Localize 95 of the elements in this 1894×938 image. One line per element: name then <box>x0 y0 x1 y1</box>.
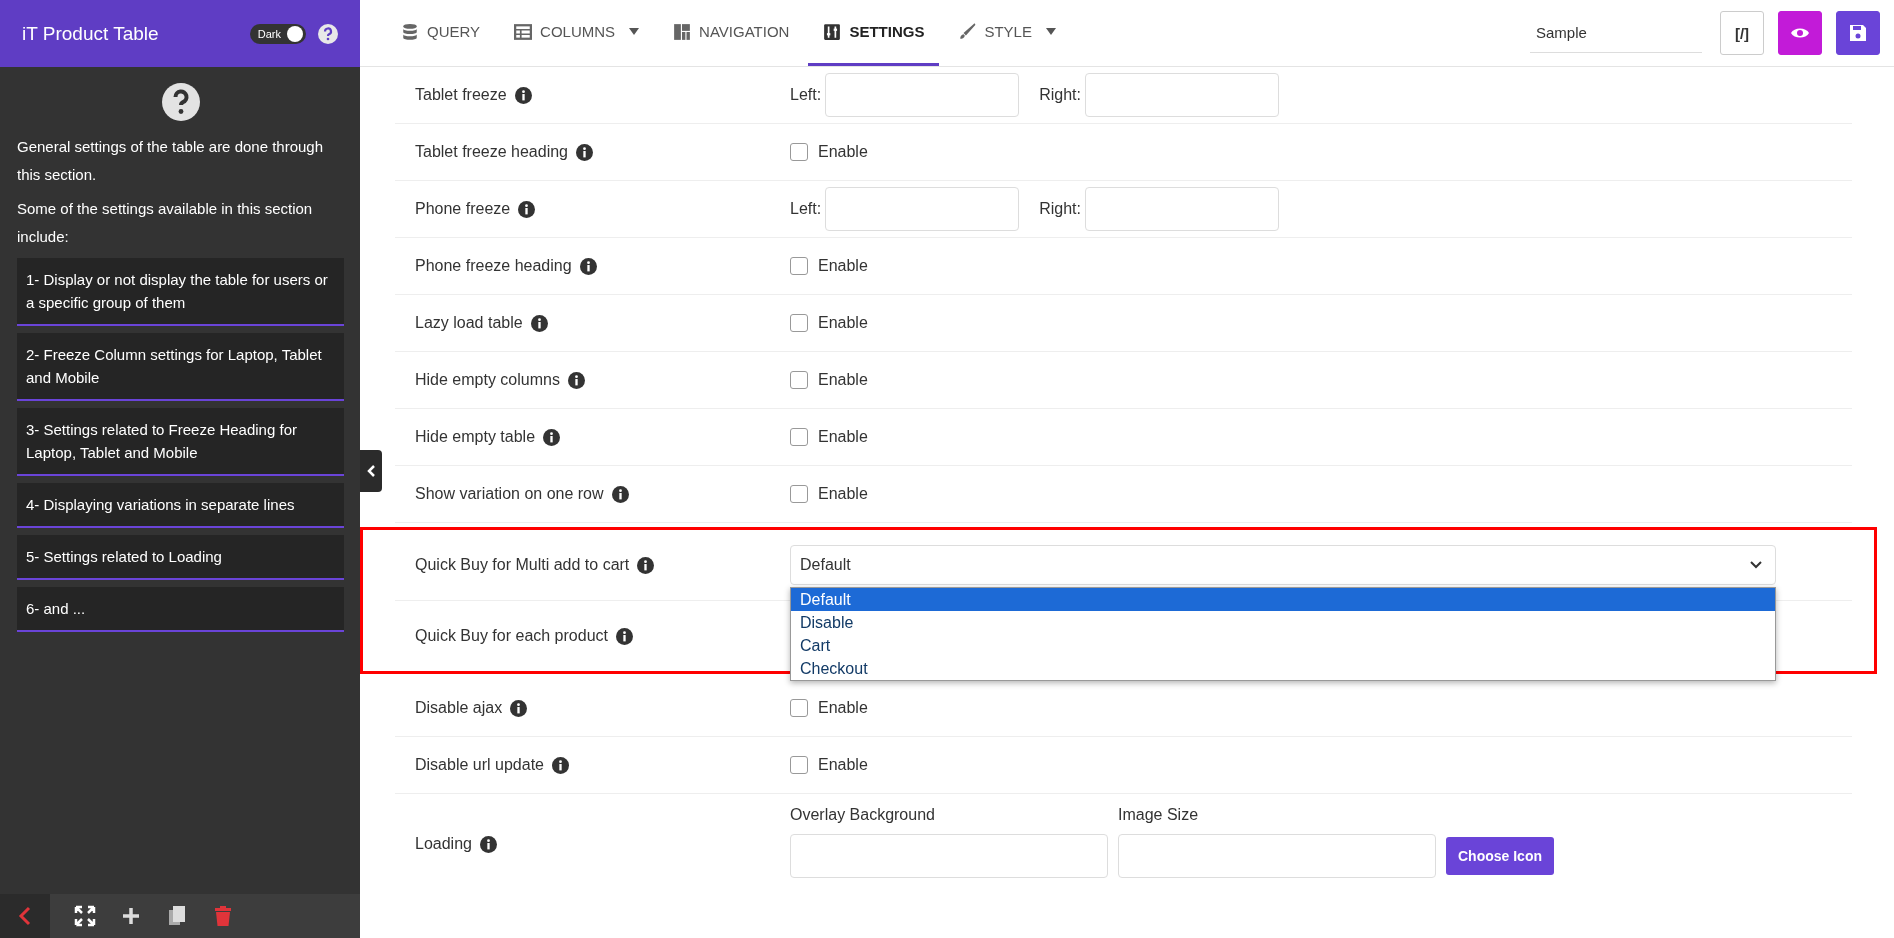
info-icon[interactable] <box>611 485 629 503</box>
checkbox-label[interactable]: Enable <box>818 485 868 503</box>
expand-icon[interactable] <box>74 905 96 927</box>
input-field[interactable] <box>1084 73 1279 117</box>
field-label: Left: <box>790 200 822 218</box>
help-list-item: 4- Displaying variations in separate lines <box>17 483 344 528</box>
info-icon[interactable] <box>567 371 585 389</box>
setting-label: Show variation on one row <box>415 485 604 503</box>
setting-label: Phone freeze <box>415 200 511 218</box>
setting-label: Loading <box>415 835 472 853</box>
info-icon[interactable] <box>579 257 597 275</box>
checkbox-label[interactable]: Enable <box>818 699 868 717</box>
checkbox[interactable] <box>790 257 808 275</box>
checkbox[interactable] <box>790 314 808 332</box>
field-label: Overlay Background <box>790 806 936 824</box>
field-label: Image Size <box>1118 806 1200 824</box>
checkbox-label[interactable]: Enable <box>818 371 868 389</box>
setting-label: Tablet freeze <box>415 86 507 104</box>
checkbox[interactable] <box>790 428 808 446</box>
field-label: Right: <box>1039 200 1081 218</box>
help-text: Some of the settings available in this section include: <box>17 199 314 247</box>
setting-label: Quick Buy for each product <box>415 627 608 645</box>
help-list-item: 6- and ... <box>17 587 344 632</box>
field-label: Right: <box>1039 86 1081 104</box>
dropdown-option[interactable]: Cart <box>791 634 1775 657</box>
nav-tab[interactable]: COLUMNS <box>499 0 655 66</box>
dropdown-option[interactable]: Default <box>791 588 1775 611</box>
setting-label: Disable ajax <box>415 699 503 717</box>
nav-tab[interactable]: SETTINGS <box>808 0 940 66</box>
checkbox[interactable] <box>790 485 808 503</box>
collapse-sidebar-button[interactable] <box>360 450 382 492</box>
help-text: General settings of the table are done through this section. <box>17 137 325 185</box>
preview-button[interactable] <box>1778 11 1822 55</box>
info-icon[interactable] <box>576 143 593 161</box>
checkbox-label[interactable]: Enable <box>818 257 868 275</box>
help-list-item: 5- Settings related to Loading <box>17 535 344 580</box>
setting-label: Disable url update <box>415 756 544 774</box>
nav-tab[interactable]: NAVIGATION <box>658 0 805 66</box>
info-icon[interactable] <box>616 627 633 645</box>
checkbox-label[interactable]: Enable <box>818 428 868 446</box>
input-field[interactable] <box>790 834 1108 878</box>
info-icon[interactable] <box>479 835 497 853</box>
trash-icon[interactable] <box>212 905 234 927</box>
eye-icon <box>1790 26 1810 40</box>
input-field[interactable] <box>1118 834 1436 878</box>
nav-tab[interactable]: QUERY <box>386 0 496 66</box>
checkbox[interactable] <box>790 699 808 717</box>
info-icon[interactable] <box>510 699 528 717</box>
input-field[interactable] <box>825 73 1020 117</box>
info-icon[interactable] <box>543 428 561 446</box>
nav-tab[interactable]: STYLE <box>943 0 1071 66</box>
dropdown-option[interactable]: Checkout <box>791 657 1775 680</box>
field-label: Left: <box>790 86 822 104</box>
brush-icon <box>958 22 977 41</box>
help-list-item: 2- Freeze Column settings for Laptop, Tablet and Mobile <box>17 333 344 401</box>
input-field[interactable] <box>1084 187 1279 231</box>
shortcode-button[interactable]: [/] <box>1720 11 1764 55</box>
dropdown-option[interactable]: Disable <box>791 611 1775 634</box>
chevron-left-icon <box>366 464 376 478</box>
plus-icon[interactable] <box>120 905 142 927</box>
checkbox[interactable] <box>790 756 808 774</box>
input-field[interactable] <box>825 187 1020 231</box>
chevron-left-icon[interactable] <box>18 906 32 926</box>
help-list-item: 1- Display or not display the table for users or a specific group of them <box>17 258 344 326</box>
checkbox-label[interactable]: Enable <box>818 756 868 774</box>
sliders-icon <box>823 22 842 41</box>
setting-label: Phone freeze heading <box>415 257 572 275</box>
setting-label: Hide empty columns <box>415 371 560 389</box>
setting-label: Lazy load table <box>415 314 523 332</box>
info-icon[interactable] <box>530 314 548 332</box>
chevron-down-icon <box>1749 560 1763 570</box>
select-field[interactable]: Default <box>790 545 1776 585</box>
info-icon[interactable] <box>518 200 536 218</box>
table-icon <box>514 22 533 41</box>
app-title: iT Product Table <box>22 22 160 45</box>
checkbox-label[interactable]: Enable <box>818 314 868 332</box>
checkbox-label[interactable]: Enable <box>818 143 868 161</box>
checkbox[interactable] <box>790 371 808 389</box>
info-icon[interactable] <box>514 86 532 104</box>
save-icon <box>1849 24 1867 42</box>
setting-label: Hide empty table <box>415 428 536 446</box>
setting-label: Tablet freeze heading <box>415 143 568 161</box>
setting-label: Quick Buy for Multi add to cart <box>415 556 630 574</box>
theme-toggle[interactable]: Dark <box>249 23 306 44</box>
help-icon <box>161 83 200 121</box>
save-button[interactable] <box>1836 11 1880 55</box>
info-icon[interactable] <box>637 556 655 574</box>
copy-icon[interactable] <box>166 905 188 927</box>
help-list-item: 3- Settings related to Freeze Heading for Laptop, Tablet and Mobile <box>17 408 344 476</box>
database-icon <box>401 22 419 41</box>
info-icon[interactable] <box>551 756 569 774</box>
layout-icon <box>673 22 692 41</box>
choose-icon-button[interactable]: Choose Icon <box>1446 837 1554 875</box>
checkbox[interactable] <box>790 143 808 161</box>
help-icon[interactable] <box>318 23 338 44</box>
